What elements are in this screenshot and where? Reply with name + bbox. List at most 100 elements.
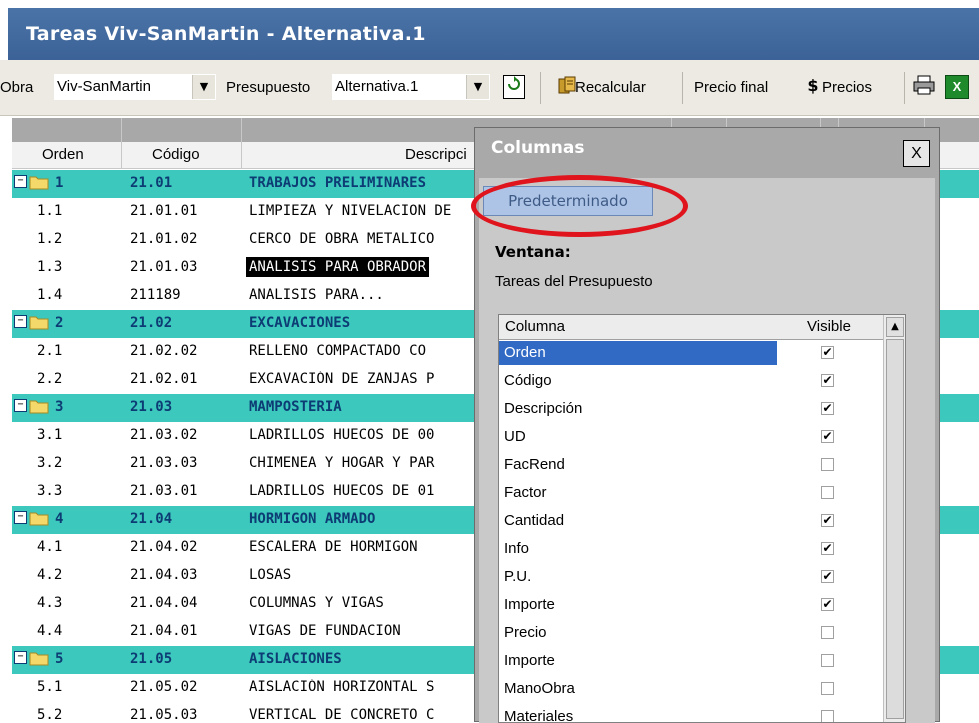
scroll-thumb[interactable] bbox=[886, 339, 904, 719]
codigo-cell: 21.01.03 bbox=[130, 259, 198, 275]
presupuesto-combo-value: Alternativa.1 bbox=[335, 78, 419, 95]
ventana-label: Ventana: bbox=[495, 243, 571, 261]
visible-checkbox[interactable]: ✔ bbox=[821, 598, 834, 611]
precios-button[interactable]: Precios bbox=[822, 75, 872, 101]
excel-icon[interactable]: X bbox=[945, 75, 969, 99]
column-name: Código bbox=[504, 372, 552, 389]
descripcion-cell: CERCO DE OBRA METALICO bbox=[249, 231, 435, 247]
orden-cell: 4.1 bbox=[37, 539, 63, 555]
orden-cell: 2.1 bbox=[37, 343, 63, 359]
column-header-orden[interactable]: Orden bbox=[42, 146, 84, 163]
codigo-cell: 21.01.02 bbox=[130, 231, 198, 247]
precio-final-button[interactable]: Precio final bbox=[694, 75, 768, 101]
column-name: Descripción bbox=[504, 400, 583, 417]
folder-icon bbox=[29, 399, 49, 414]
visible-checkbox[interactable]: ✔ bbox=[821, 542, 834, 555]
column-list-item[interactable]: Materiales bbox=[499, 704, 881, 722]
dollar-icon: $ bbox=[807, 76, 819, 95]
descripcion-cell: VERTICAL DE CONCRETO C bbox=[249, 707, 435, 722]
visible-checkbox[interactable] bbox=[821, 654, 834, 667]
visible-checkbox[interactable]: ✔ bbox=[821, 570, 834, 583]
orden-cell: 5.2 bbox=[37, 707, 63, 722]
presupuesto-combo[interactable]: Alternativa.1 ▼ bbox=[332, 74, 490, 100]
column-name: UD bbox=[504, 428, 526, 445]
folder-icon bbox=[29, 175, 49, 190]
orden-cell: 1.3 bbox=[37, 259, 63, 275]
chevron-down-icon[interactable]: ▼ bbox=[466, 75, 489, 99]
column-name: Importe bbox=[504, 596, 555, 613]
obra-combo-value: Viv-SanMartin bbox=[57, 78, 151, 95]
orden-cell: 1.4 bbox=[37, 287, 63, 303]
refresh-icon[interactable] bbox=[503, 75, 525, 99]
visible-checkbox[interactable] bbox=[821, 626, 834, 639]
visible-checkbox[interactable]: ✔ bbox=[821, 430, 834, 443]
descripcion-cell: RELLENO COMPACTADO CO bbox=[249, 343, 427, 359]
presupuesto-label: Presupuesto bbox=[226, 79, 311, 96]
orden-cell: 4.4 bbox=[37, 623, 63, 639]
collapse-icon[interactable]: − bbox=[14, 399, 27, 412]
column-list-item[interactable]: Info ✔ bbox=[499, 536, 881, 564]
orden-cell: 3.3 bbox=[37, 483, 63, 499]
columns-scrollbar[interactable]: ▲ bbox=[883, 315, 905, 722]
collapse-icon[interactable]: − bbox=[14, 511, 27, 524]
codigo-cell: 21.04.03 bbox=[130, 567, 198, 583]
column-list-item[interactable]: Código ✔ bbox=[499, 368, 881, 396]
descripcion-cell: ANALISIS PARA OBRADOR bbox=[246, 257, 486, 277]
close-button[interactable]: X bbox=[903, 140, 930, 167]
visible-checkbox[interactable] bbox=[821, 710, 834, 722]
orden-cell: 4 bbox=[55, 511, 64, 527]
column-list-item[interactable]: ManoObra bbox=[499, 676, 881, 704]
column-list-item[interactable]: UD ✔ bbox=[499, 424, 881, 452]
descripcion-cell: HORMIGON ARMADO bbox=[249, 511, 376, 527]
visible-checkbox[interactable]: ✔ bbox=[821, 374, 834, 387]
column-name: Factor bbox=[504, 484, 547, 501]
orden-cell: 1.1 bbox=[37, 203, 63, 219]
visible-checkbox[interactable]: ✔ bbox=[821, 514, 834, 527]
visible-checkbox[interactable] bbox=[821, 682, 834, 695]
collapse-icon[interactable]: − bbox=[14, 175, 27, 188]
scroll-up-icon[interactable]: ▲ bbox=[886, 317, 904, 337]
column-header-descripcion[interactable]: Descripci bbox=[405, 146, 467, 163]
column-list-item[interactable]: Precio bbox=[499, 620, 881, 648]
folder-icon bbox=[29, 315, 49, 330]
orden-cell: 3.1 bbox=[37, 427, 63, 443]
column-list-item[interactable]: Cantidad ✔ bbox=[499, 508, 881, 536]
codigo-cell: 21.01 bbox=[130, 175, 173, 191]
codigo-cell: 21.02 bbox=[130, 315, 173, 331]
obra-combo[interactable]: Viv-SanMartin ▼ bbox=[54, 74, 216, 100]
column-list-item[interactable]: FacRend bbox=[499, 452, 881, 480]
column-list-item[interactable]: P.U. ✔ bbox=[499, 564, 881, 592]
descripcion-cell: EXCAVACIÓN DE ZANJAS P bbox=[249, 371, 435, 387]
column-name: P.U. bbox=[504, 568, 532, 585]
descripcion-cell: ESCALERA DE HORMIGON bbox=[249, 539, 418, 555]
column-name: Cantidad bbox=[504, 512, 565, 529]
descripcion-cell: COLUMNAS Y VIGAS bbox=[249, 595, 384, 611]
collapse-icon[interactable]: − bbox=[14, 315, 27, 328]
column-list-item[interactable]: Descripción ✔ bbox=[499, 396, 881, 424]
chevron-down-icon[interactable]: ▼ bbox=[192, 75, 215, 99]
codigo-cell: 21.04.02 bbox=[130, 539, 198, 555]
column-list-item[interactable]: Importe ✔ bbox=[499, 592, 881, 620]
descripcion-cell: ANALISIS PARA... bbox=[249, 287, 384, 303]
printer-icon[interactable] bbox=[913, 75, 935, 99]
visible-checkbox[interactable] bbox=[821, 458, 834, 471]
column-header-codigo[interactable]: Código bbox=[152, 146, 200, 163]
column-list-item[interactable]: Orden ✔ bbox=[499, 340, 881, 368]
descripcion-cell: AISLACIÓN HORIZONTAL S bbox=[249, 679, 435, 695]
visible-checkbox[interactable] bbox=[821, 486, 834, 499]
column-name: Importe bbox=[504, 652, 555, 669]
highlight-ellipse bbox=[471, 175, 688, 237]
column-list-item[interactable]: Factor bbox=[499, 480, 881, 508]
codigo-cell: 21.03.03 bbox=[130, 455, 198, 471]
codigo-cell: 21.05.02 bbox=[130, 679, 198, 695]
orden-cell: 1.2 bbox=[37, 231, 63, 247]
collapse-icon[interactable]: − bbox=[14, 651, 27, 664]
visible-checkbox[interactable]: ✔ bbox=[821, 402, 834, 415]
orden-cell: 2.2 bbox=[37, 371, 63, 387]
visible-checkbox[interactable]: ✔ bbox=[821, 346, 834, 359]
selected-cell-text[interactable]: ANALISIS PARA OBRADOR bbox=[246, 257, 430, 277]
orden-cell: 5 bbox=[55, 651, 64, 667]
column-list-item[interactable]: Importe bbox=[499, 648, 881, 676]
recalcular-button[interactable]: Recalcular bbox=[575, 75, 646, 101]
descripcion-cell: LOSAS bbox=[249, 567, 292, 583]
